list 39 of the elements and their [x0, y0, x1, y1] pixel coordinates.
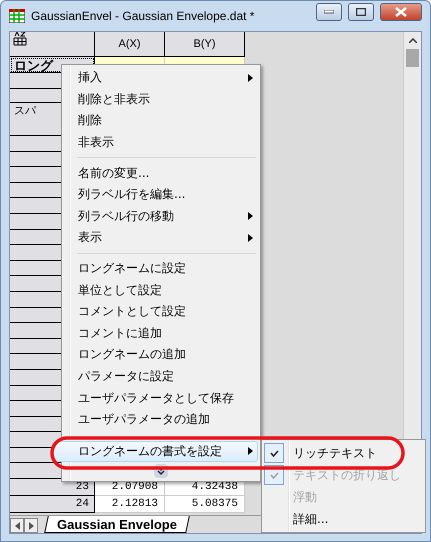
close-icon	[395, 7, 407, 17]
minimize-button[interactable]	[316, 3, 342, 21]
menu-item[interactable]: パラメータに設定	[64, 366, 258, 388]
corner-cell[interactable]	[10, 32, 95, 57]
menu-item[interactable]: 列ラベル行を編集...	[64, 184, 258, 206]
left-arrow-icon	[14, 522, 20, 530]
menu-item[interactable]: ロングネームの追加	[64, 344, 258, 366]
tab-scroll-left-button[interactable]	[10, 518, 24, 533]
table-cell: 5.08375	[165, 496, 245, 514]
column-header[interactable]: B(Y)	[165, 32, 245, 57]
row-number[interactable]: 24	[10, 496, 95, 514]
checkmark-icon	[270, 472, 278, 478]
menu-item[interactable]: ユーザパラメータの追加	[64, 408, 258, 430]
maximize-button[interactable]	[348, 3, 374, 21]
menu-item[interactable]: コメントに追加	[64, 322, 258, 344]
minimize-icon	[324, 10, 334, 14]
menu-item[interactable]: 名前の変更...	[64, 162, 258, 184]
menu-item[interactable]: 表示	[64, 227, 258, 249]
menu-item[interactable]: ユーザパラメータとして保存	[64, 387, 258, 409]
sort-grid-icon	[13, 32, 27, 46]
submenu-item[interactable]: リッチテキスト	[264, 442, 423, 464]
window-title: GaussianEnvel - Gaussian Envelope.dat *	[31, 9, 256, 23]
menu-item[interactable]: ロングネームの書式を設定	[52, 440, 258, 462]
sheet-tab[interactable]: Gaussian Envelope	[44, 516, 190, 533]
table-cell: 2.12813	[95, 496, 165, 514]
tab-scroll-right-button[interactable]	[24, 518, 38, 533]
column-header[interactable]: A(X)	[95, 32, 165, 57]
maximize-icon	[356, 8, 366, 16]
right-arrow-icon	[28, 522, 34, 530]
menu-item[interactable]: ロングネームに設定	[64, 258, 258, 280]
worksheet-icon	[9, 9, 25, 23]
scroll-thumb[interactable]	[406, 49, 419, 67]
close-button[interactable]	[380, 3, 422, 21]
menu-item[interactable]: 列ラベル行の移動	[64, 206, 258, 228]
up-caret-icon	[408, 38, 416, 43]
menu-item[interactable]: 単位として設定	[64, 279, 258, 301]
submenu-item[interactable]: 詳細...	[264, 508, 423, 530]
checkmark-icon	[270, 450, 278, 456]
menu-item[interactable]: コメントとして設定	[64, 300, 258, 323]
